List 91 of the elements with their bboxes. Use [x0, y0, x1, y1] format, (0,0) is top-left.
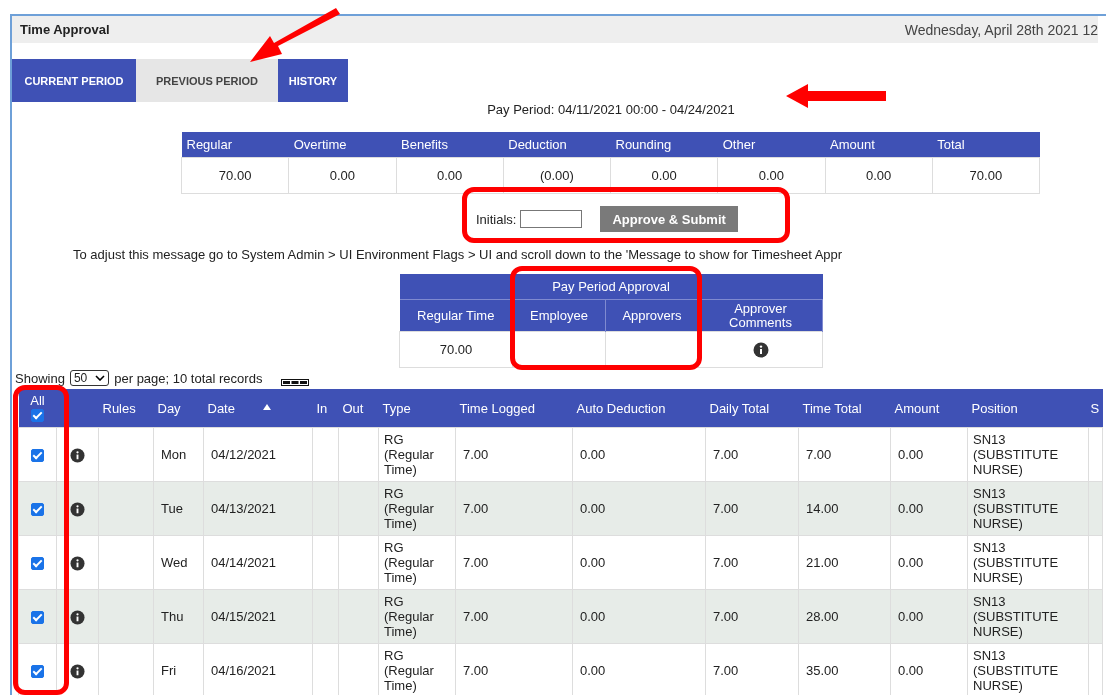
table-cell: SN13 (SUBSTITUTE NURSE): [967, 427, 1089, 482]
column-header[interactable]: Day: [157, 400, 181, 416]
table-cell: 7.00: [455, 427, 573, 482]
table-cell: 7.00: [705, 427, 799, 482]
table-cell: 0.00: [890, 535, 968, 590]
table-cell: 0.00: [572, 589, 706, 644]
table-cell: 0.00: [890, 427, 968, 482]
table-cell: RG (Regular Time): [378, 535, 456, 590]
row-checkbox[interactable]: [31, 611, 44, 625]
column-header: Deduction: [503, 132, 611, 158]
period-tab[interactable]: CURRENT PERIOD: [12, 59, 136, 102]
table-title: Pay Period Approval: [399, 274, 823, 300]
info-icon[interactable]: [752, 341, 769, 358]
column-header: Regular Time: [399, 299, 513, 332]
table-cell: 04/14/2021: [203, 535, 313, 590]
column-header: Other: [717, 132, 825, 158]
sort-icon[interactable]: [262, 403, 271, 410]
info-icon[interactable]: [70, 447, 85, 463]
table-cell: 14.00: [798, 481, 891, 536]
column-header: Employee: [512, 299, 606, 332]
table-cell: 0.00: [825, 157, 933, 194]
period-tab[interactable]: PREVIOUS PERIOD: [136, 59, 278, 102]
table-cell: SN13 (SUBSTITUTE NURSE): [967, 589, 1089, 644]
initials-label: Initials:: [476, 211, 517, 227]
showing-label: Showing: [15, 370, 65, 386]
current-date: Wednesday, April 28th 2021 12: [904, 21, 1098, 38]
table-cell: 7.00: [455, 481, 573, 536]
select-all-checkbox[interactable]: [31, 409, 44, 423]
table-cell: 7.00: [455, 535, 573, 590]
table-cell: 28.00: [798, 589, 891, 644]
table-cell: SN13 (SUBSTITUTE NURSE): [967, 535, 1089, 590]
table-cell: 7.00: [705, 481, 799, 536]
table-cell: 04/15/2021: [203, 589, 313, 644]
column-header: Amount: [825, 132, 933, 158]
column-header: Approvers: [605, 299, 699, 332]
row-checkbox[interactable]: [31, 449, 44, 463]
all-label: All: [29, 394, 46, 407]
table-cell: 04/12/2021: [203, 427, 313, 482]
table-cell: (0.00): [503, 157, 611, 194]
info-icon[interactable]: [70, 501, 85, 517]
column-header: Regular: [181, 132, 289, 158]
column-header: Overtime: [288, 132, 396, 158]
table-cell: Tue: [153, 481, 204, 536]
message-text: To adjust this message go to System Admin > UI Environment Flags > UI and scroll down to the 'Message to show for Timesheet Appr: [73, 247, 843, 262]
table-cell: RG (Regular Time): [378, 589, 456, 644]
period-tab[interactable]: HISTORY: [278, 59, 348, 102]
info-icon[interactable]: [70, 663, 85, 679]
table-cell: 70.00: [181, 157, 289, 194]
row-checkbox[interactable]: [31, 665, 44, 679]
column-header: Benefits: [396, 132, 504, 158]
caret-icon: [95, 375, 106, 381]
table-cell: 21.00: [798, 535, 891, 590]
column-header: Total: [932, 132, 1040, 158]
table-cell: 0.00: [890, 481, 968, 536]
table-cell: 0.00: [890, 589, 968, 644]
column-chooser-icon[interactable]: [281, 378, 310, 386]
table-cell: RG (Regular Time): [378, 481, 456, 536]
table-cell: 7.00: [705, 535, 799, 590]
table-cell: SN13 (SUBSTITUTE NURSE): [967, 481, 1089, 536]
table-cell: 7.00: [455, 589, 573, 644]
table-cell: 0.00: [572, 481, 706, 536]
table-cell: 0.00: [288, 157, 396, 194]
column-header[interactable]: Date: [207, 400, 235, 416]
records-count: per page; 10 total records: [114, 370, 263, 386]
table-cell: Mon: [153, 427, 204, 482]
initials-field[interactable]: [520, 210, 583, 228]
table-cell: Thu: [153, 589, 204, 644]
column-header[interactable]: In: [316, 400, 328, 416]
table-cell: Wed: [153, 535, 204, 590]
table-cell: 7.00: [705, 589, 799, 644]
table-cell: 70.00: [932, 157, 1040, 194]
table-cell: 0.00: [610, 157, 718, 194]
approve-submit-button[interactable]: Approve & Submit: [600, 206, 738, 232]
column-header[interactable]: Position: [971, 400, 1018, 416]
table-cell: RG (Regular Time): [378, 427, 456, 482]
table-cell: 0.00: [572, 535, 706, 590]
row-checkbox[interactable]: [31, 503, 44, 517]
column-header: Rounding: [610, 132, 718, 158]
table-cell: 70.00: [399, 331, 513, 368]
table-cell: 0.00: [396, 157, 504, 194]
table-cell: 0.00: [717, 157, 825, 194]
table-cell: 7.00: [798, 427, 891, 482]
pay-period: Pay Period: 04/11/2021 00:00 - 04/24/2021: [487, 102, 735, 117]
info-icon[interactable]: [70, 555, 85, 571]
per-page-select[interactable]: 50: [69, 370, 110, 386]
table-cell: 0.00: [572, 427, 706, 482]
page-title: Time Approval: [20, 22, 110, 37]
table-cell: 04/13/2021: [203, 481, 313, 536]
info-icon[interactable]: [70, 609, 85, 625]
row-checkbox[interactable]: [31, 557, 44, 571]
column-header[interactable]: Type: [382, 400, 411, 416]
